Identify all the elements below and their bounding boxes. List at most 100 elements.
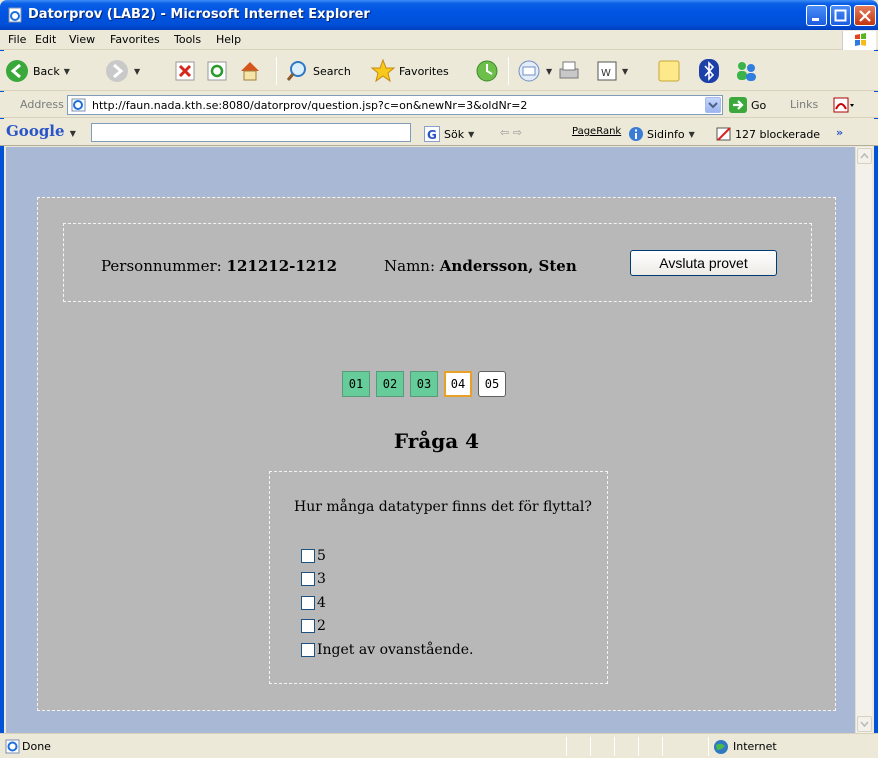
answer-checkbox[interactable]	[301, 548, 315, 563]
student-header: Personnummer: 121212-1212 Namn: Andersso…	[63, 223, 812, 302]
address-dropdown-button[interactable]	[705, 97, 721, 113]
menu-help[interactable]: Help	[216, 33, 241, 46]
question-nav-02[interactable]: 02	[376, 371, 404, 397]
history-button[interactable]	[474, 56, 500, 86]
svg-text:G: G	[427, 128, 437, 142]
answer-option[interactable]: 5	[301, 544, 473, 568]
refresh-button[interactable]	[206, 56, 228, 86]
globe-icon	[714, 740, 728, 754]
status-divider	[590, 737, 591, 756]
answer-option[interactable]: 2	[301, 615, 473, 639]
maximize-icon	[834, 9, 847, 22]
answer-label: Inget av ovanstående.	[317, 641, 474, 658]
home-button[interactable]	[238, 56, 262, 86]
bluetooth-button[interactable]	[698, 56, 720, 86]
question-nav-01[interactable]: 01	[342, 371, 370, 397]
personnummer-value: 121212-1212	[226, 257, 338, 275]
favorites-label: Favorites	[399, 64, 449, 78]
printer-icon	[559, 61, 579, 79]
scroll-down-button[interactable]	[857, 716, 872, 732]
maximize-button[interactable]	[830, 5, 851, 26]
status-bar: Done Internet	[0, 733, 878, 758]
edit-button[interactable]: W ▼	[596, 56, 628, 86]
address-bar: Address http://faun.nada.kth.se:8080/dat…	[0, 92, 878, 118]
star-icon	[370, 58, 396, 83]
search-button[interactable]: Search	[286, 56, 351, 86]
favorites-button[interactable]: Favorites	[370, 56, 449, 86]
forward-arrow-icon	[106, 60, 128, 82]
sidinfo-button[interactable]: Sidinfo ▼	[628, 126, 695, 142]
print-button[interactable]	[556, 56, 582, 86]
toolbar-separator	[276, 57, 277, 85]
stop-icon	[175, 61, 195, 81]
adobe-icon[interactable]	[833, 97, 855, 113]
standard-toolbar: Back ▼ ▼ Search Favorites ▼ W ▼	[0, 51, 878, 91]
answer-checkbox[interactable]	[301, 619, 315, 634]
answer-label: 3	[317, 571, 326, 588]
word-icon: W	[597, 61, 617, 81]
close-icon	[859, 10, 871, 22]
more-chevron[interactable]: »	[836, 126, 843, 139]
stop-button[interactable]	[174, 56, 196, 86]
window-title: Datorprov (LAB2) - Microsoft Internet Ex…	[28, 7, 370, 22]
messenger-button[interactable]	[732, 56, 760, 86]
discuss-button[interactable]	[656, 56, 682, 86]
google-logo-text: Google	[6, 122, 65, 140]
question-nav-03[interactable]: 03	[410, 371, 438, 397]
vertical-scrollbar[interactable]	[855, 147, 872, 733]
address-input[interactable]: http://faun.nada.kth.se:8080/datorprov/q…	[67, 95, 723, 115]
google-back-forward[interactable]: ⇦ ⇨	[500, 126, 522, 139]
forward-button[interactable]: ▼	[104, 56, 140, 86]
ie-page-icon	[8, 7, 22, 23]
answer-checkbox[interactable]	[301, 572, 315, 587]
chevron-down-icon: ▼	[688, 129, 695, 139]
chevron-down-icon[interactable]: ▼	[134, 67, 140, 76]
answer-checkbox[interactable]	[301, 642, 315, 657]
chevron-down-icon[interactable]: ▼	[546, 67, 552, 76]
menu-view[interactable]: View	[69, 33, 95, 46]
question-nav-04[interactable]: 04	[444, 371, 472, 397]
chevron-down-icon	[860, 721, 869, 728]
answer-label: 2	[317, 618, 326, 635]
answer-option[interactable]: Inget av ovanstående.	[301, 638, 473, 662]
menu-tools[interactable]: Tools	[174, 33, 201, 46]
question-box: Hur många datatyper finns det för flytta…	[269, 471, 608, 684]
back-button[interactable]: Back ▼	[4, 56, 70, 86]
go-button[interactable]: Go	[728, 96, 766, 114]
end-exam-button[interactable]: Avsluta provet	[630, 250, 777, 276]
status-divider	[614, 737, 615, 756]
minimize-icon	[812, 18, 819, 21]
bluetooth-icon	[699, 59, 719, 83]
question-text: Hur många datatyper finns det för flytta…	[294, 499, 592, 515]
chevron-down-icon[interactable]: ▼	[622, 67, 628, 76]
google-logo[interactable]: Google ▼	[6, 122, 76, 140]
answer-checkbox[interactable]	[301, 595, 315, 610]
svg-text:W: W	[601, 68, 611, 79]
menu-favorites[interactable]: Favorites	[110, 33, 160, 46]
answer-option[interactable]: 3	[301, 568, 473, 592]
answer-label: 5	[317, 547, 326, 564]
pagerank-label: PageRank	[572, 126, 622, 137]
title-bar[interactable]: Datorprov (LAB2) - Microsoft Internet Ex…	[0, 0, 878, 30]
pagerank-indicator[interactable]: PageRank	[572, 126, 621, 137]
answer-label: 4	[317, 594, 326, 611]
google-search-button[interactable]: G Sök ▼	[424, 126, 474, 142]
google-search-input[interactable]	[91, 123, 411, 142]
answer-option[interactable]: 4	[301, 591, 473, 615]
back-arrow-icon	[6, 60, 28, 82]
menu-file[interactable]: File	[8, 33, 26, 46]
go-label: Go	[751, 98, 767, 112]
windows-logo-icon	[842, 31, 876, 50]
popup-blocker-button[interactable]: 127 blockerade	[716, 126, 820, 142]
question-nav-05[interactable]: 05	[478, 371, 506, 397]
name-value: Andersson, Sten	[439, 257, 577, 275]
menu-edit[interactable]: Edit	[35, 33, 56, 46]
close-button[interactable]	[854, 5, 876, 26]
chevron-down-icon[interactable]: ▼	[64, 67, 70, 76]
ie-page-icon	[5, 739, 20, 754]
minimize-button[interactable]	[806, 5, 827, 26]
chevron-down-icon	[708, 102, 718, 109]
scroll-up-button[interactable]	[857, 148, 872, 164]
mail-button[interactable]: ▼	[516, 56, 552, 86]
links-label[interactable]: Links	[790, 98, 818, 111]
